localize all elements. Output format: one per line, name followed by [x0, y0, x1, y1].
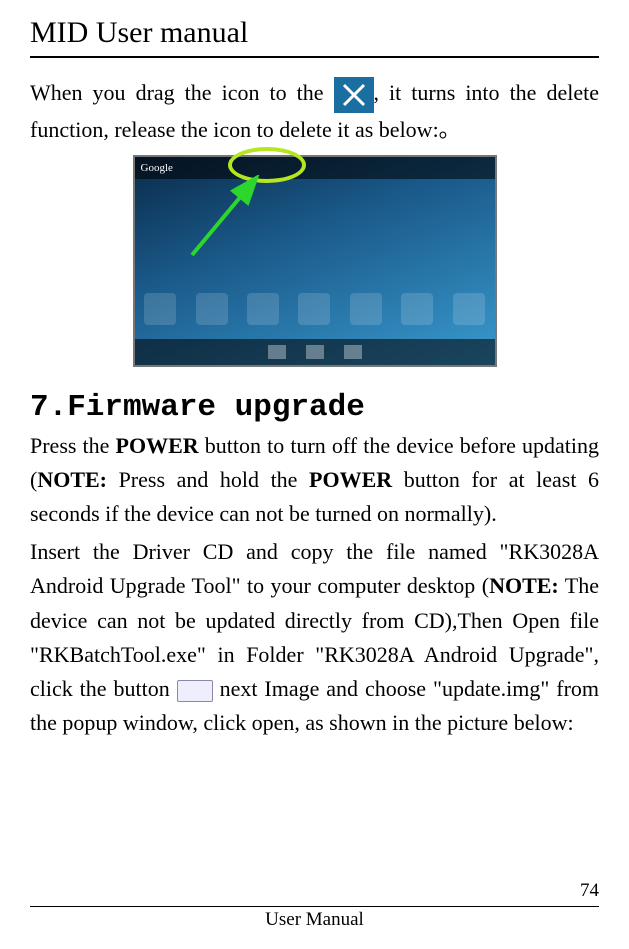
power-label: POWER — [116, 433, 199, 458]
text-fragment: When you drag the icon to the — [30, 80, 324, 105]
note-label: NOTE: — [37, 467, 107, 492]
header-rule — [30, 56, 599, 58]
home-button-icon — [306, 345, 324, 359]
power-label: POWER — [309, 467, 392, 492]
page-footer: 74 User Manual — [30, 906, 599, 931]
app-icon — [247, 293, 279, 325]
close-icon — [334, 77, 374, 113]
text-fragment: Press the — [30, 433, 116, 458]
recent-button-icon — [344, 345, 362, 359]
paragraph-drag-icon: When you drag the icon to the , it turns… — [30, 76, 599, 147]
app-icon — [298, 293, 330, 325]
text-fragment: Press and hold the — [107, 467, 309, 492]
section-heading: 7.Firmware upgrade — [30, 390, 599, 425]
page-number: 74 — [580, 880, 599, 902]
footer-label: User Manual — [265, 909, 364, 931]
app-icon — [401, 293, 433, 325]
navigation-bar — [135, 339, 495, 365]
app-icon — [196, 293, 228, 325]
search-label: Google — [141, 162, 173, 174]
app-shortcut-row — [135, 289, 495, 329]
note-label: NOTE: — [489, 573, 559, 598]
footer-rule — [30, 906, 599, 907]
app-icon — [144, 293, 176, 325]
app-icon — [350, 293, 382, 325]
browse-button-icon — [177, 680, 213, 702]
android-screenshot: Google — [30, 155, 599, 372]
paragraph-power-off: Press the POWER button to turn off the d… — [30, 429, 599, 531]
paragraph-driver-cd: Insert the Driver CD and copy the file n… — [30, 535, 599, 740]
back-button-icon — [268, 345, 286, 359]
screen-status-bar: Google — [135, 157, 495, 179]
page-title: MID User manual — [30, 16, 599, 50]
android-screen: Google — [133, 155, 497, 367]
app-icon — [453, 293, 485, 325]
